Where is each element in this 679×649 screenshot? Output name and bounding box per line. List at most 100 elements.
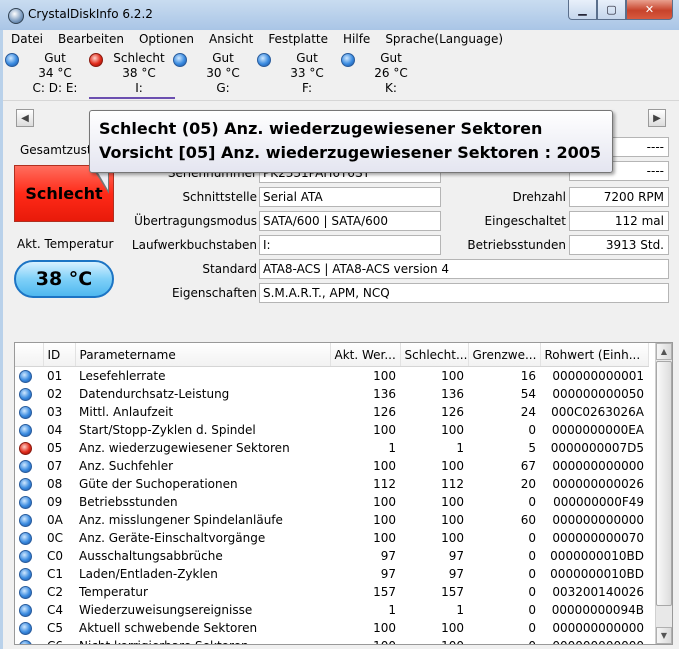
cell-name: Ausschaltungsabbrüche (79, 549, 223, 563)
table-row[interactable]: 0C Anz. Geräte-Einschaltvorgänge 100 100 0 00… (15, 529, 648, 547)
health-status-icon (173, 53, 187, 67)
menu-sprache[interactable]: Sprache(Language) (377, 30, 510, 49)
table-row[interactable]: 04 Start/Stopp-Zyklen d. Spindel 100 100 0 00… (15, 421, 648, 439)
row-status-cell (15, 385, 43, 403)
table-row[interactable]: C4 Wiederzuweisungsereignisse 1 1 0 000000000… (15, 601, 648, 619)
column-header-status[interactable] (15, 343, 44, 367)
disk-tab-3[interactable]: Gut 33 °C F: (257, 51, 343, 97)
cell-worst: 100 (441, 513, 464, 527)
table-row[interactable]: 02 Datendurchsatz-Leistung 136 136 54 0000000… (15, 385, 648, 403)
table-row[interactable]: C5 Aktuell schwebende Sektoren 100 100 0 0000… (15, 619, 648, 637)
disk-tab-0[interactable]: Gut 34 °C C: D: E: (5, 51, 91, 97)
arrow-right-icon: ▶ (653, 112, 661, 124)
cell-id: C0 (47, 549, 64, 563)
cell-cur: 100 (373, 423, 396, 437)
cell-name: Anz. Geräte-Einschaltvorgänge (79, 531, 266, 545)
column-header-threshold[interactable]: Grenzwe... (468, 343, 541, 367)
previous-disk-button[interactable]: ◀ (16, 109, 34, 127)
cell-id: C5 (47, 621, 64, 635)
cell-id: 08 (47, 477, 63, 491)
cell-id: 0C (47, 531, 64, 545)
table-row[interactable]: C0 Ausschaltungsabbrüche 97 97 0 0000000010BD (15, 547, 648, 565)
disk-tab-2[interactable]: Gut 30 °C G: (173, 51, 259, 97)
status-good-icon (19, 406, 32, 419)
menu-bar: Datei Bearbeiten Optionen Ansicht Festpl… (3, 30, 679, 49)
cell-name: Anz. wiederzugewiesener Sektoren (79, 441, 290, 455)
disk-drive: I: (135, 81, 143, 95)
menu-festplatte[interactable]: Festplatte (260, 30, 335, 49)
menu-bearbeiten[interactable]: Bearbeiten (50, 30, 131, 49)
column-header-name[interactable]: Parametername (75, 343, 331, 367)
cell-thr: 0 (528, 585, 536, 599)
cell-id: 0A (47, 513, 63, 527)
status-good-icon (19, 514, 32, 527)
client-area: Datei Bearbeiten Optionen Ansicht Festpl… (3, 30, 679, 649)
menu-hilfe[interactable]: Hilfe (335, 30, 377, 49)
cell-worst: 136 (441, 387, 464, 401)
table-row[interactable]: 07 Anz. Suchfehler 100 100 67 000000000000 (15, 457, 648, 475)
cell-name: Temperatur (79, 585, 148, 599)
status-good-icon (19, 478, 32, 491)
scroll-thumb[interactable] (656, 361, 672, 606)
vertical-scrollbar[interactable]: ▲ ▼ (655, 343, 672, 644)
cell-raw: 00000000094B (551, 603, 644, 617)
table-row[interactable]: 05 Anz. wiederzugewiesener Sektoren 1 1 5 000… (15, 439, 648, 457)
row-status-cell (15, 457, 43, 475)
row-status-cell (15, 475, 43, 493)
power-on-hours-field: 3913 Std. (569, 235, 669, 255)
row-status-cell (15, 529, 43, 547)
maximize-button[interactable]: ▢ (597, 0, 626, 20)
cell-raw: 0000000000EA (551, 423, 644, 437)
cell-worst: 100 (400, 637, 468, 644)
row-status-cell (15, 637, 43, 644)
cell-cur: 100 (373, 369, 396, 383)
table-row[interactable]: C1 Laden/Entladen-Zyklen 97 97 0 0000000010BD (15, 565, 648, 583)
cell-thr: 0 (468, 637, 540, 644)
cell-name: Wiederzuweisungsereignisse (79, 603, 253, 617)
table-row[interactable]: C6Nicht korrigierbare Sektoren1001000000… (15, 637, 648, 644)
close-button[interactable]: ✕ (626, 0, 673, 20)
menu-ansicht[interactable]: Ansicht (201, 30, 260, 49)
column-header-id[interactable]: ID (43, 343, 76, 367)
table-row[interactable]: 03 Mittl. Anlaufzeit 126 126 24 000C0263026A (15, 403, 648, 421)
cell-id: 05 (47, 441, 63, 455)
row-status-cell (15, 565, 43, 583)
column-header-current[interactable]: Akt. Wer... (330, 343, 401, 367)
row-status-cell (15, 547, 43, 565)
cell-id: 07 (47, 459, 63, 473)
temperature-badge[interactable]: 38 °C (14, 260, 114, 298)
features-label: Eigenschaften (171, 286, 257, 300)
cell-worst: 100 (441, 621, 464, 635)
row-status-cell (15, 367, 43, 386)
disk-tab-1[interactable]: Schlecht 38 °C I: (89, 51, 175, 99)
table-row[interactable]: C2 Temperatur 157 157 0 003200140026 (15, 583, 648, 601)
disk-drive: C: D: E: (32, 81, 78, 95)
cell-thr: 5 (528, 441, 536, 455)
table-row[interactable]: 09 Betriebsstunden 100 100 0 000000000F49 (15, 493, 648, 511)
scroll-up-icon: ▲ (660, 347, 668, 356)
cell-thr: 60 (520, 513, 536, 527)
cell-cur: 100 (330, 637, 400, 644)
minimize-button[interactable]: ▁ (568, 0, 597, 20)
window-title: CrystalDiskInfo 6.2.2 (28, 7, 153, 21)
cell-id: 04 (47, 423, 63, 437)
menu-optionen[interactable]: Optionen (131, 30, 201, 49)
menu-datei[interactable]: Datei (3, 30, 50, 49)
disk-tab-4[interactable]: Gut 26 °C K: (341, 51, 427, 97)
cell-raw: 000000000000 (552, 621, 644, 635)
scroll-down-button[interactable]: ▼ (656, 627, 672, 644)
status-good-icon (19, 604, 32, 617)
cell-thr: 20 (520, 477, 536, 491)
disk-status: Gut (380, 51, 402, 65)
scroll-up-button[interactable]: ▲ (656, 343, 672, 360)
table-row[interactable]: 01 Lesefehlerrate 100 100 16 000000000001 (15, 367, 648, 386)
column-header-worst[interactable]: Schlecht... (400, 343, 469, 367)
next-disk-button[interactable]: ▶ (648, 109, 666, 127)
cell-id: 02 (47, 387, 63, 401)
table-row[interactable]: 08 Güte der Suchoperationen 112 112 20 000000… (15, 475, 648, 493)
table-row[interactable]: 0A Anz. misslungener Spindelanläufe 100 100… (15, 511, 648, 529)
cell-raw: 000C0263026A (551, 405, 644, 419)
cell-thr: 54 (520, 387, 536, 401)
power-on-count-field: 112 mal (569, 211, 669, 231)
column-header-raw[interactable]: Rohwert (Einh... (540, 343, 649, 367)
